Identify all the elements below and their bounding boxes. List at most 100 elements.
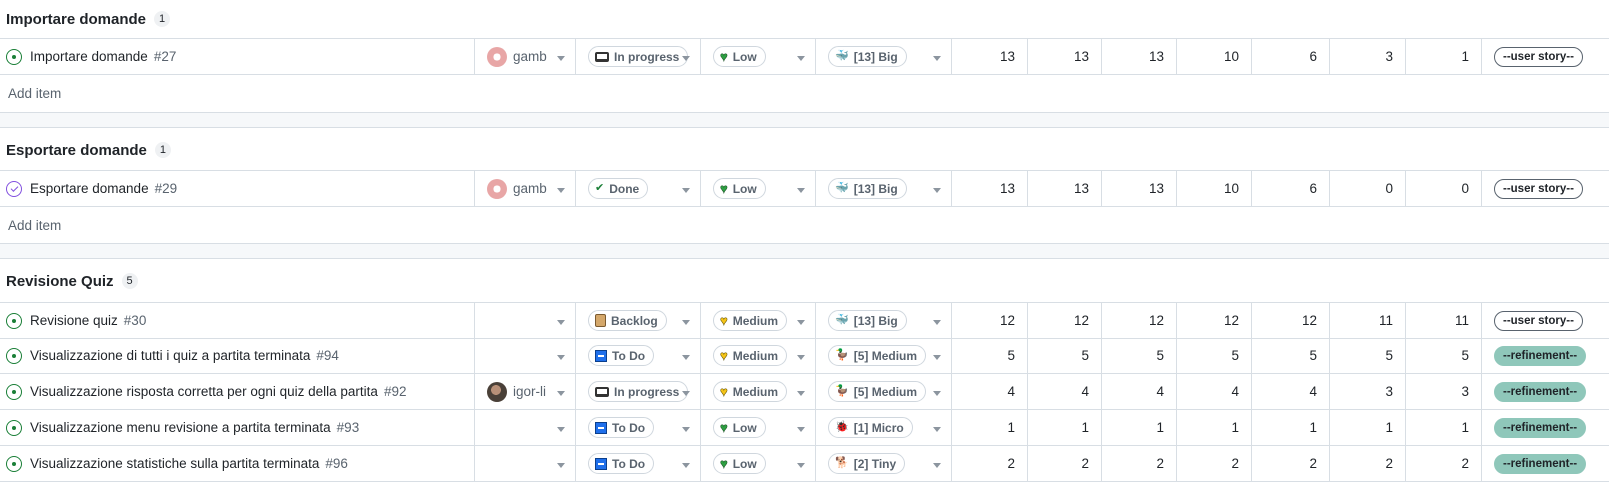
chevron-down-icon[interactable] <box>557 462 565 468</box>
priority-cell[interactable]: ♥ Low <box>701 39 816 74</box>
chevron-down-icon[interactable] <box>682 390 690 396</box>
title-cell[interactable]: Visualizzazione risposta corretta per og… <box>0 374 475 409</box>
refinement-label[interactable]: --refinement-- <box>1494 453 1587 474</box>
size-pill[interactable]: 🦆 [5] Medium <box>828 345 927 366</box>
title-cell[interactable]: Revisione quiz #30 <box>0 303 475 338</box>
chevron-down-icon[interactable] <box>557 187 565 193</box>
size-cell[interactable]: 🐳 [13] Big <box>816 39 952 74</box>
chevron-down-icon[interactable] <box>682 187 690 193</box>
chevron-down-icon[interactable] <box>933 187 941 193</box>
status-pill[interactable]: Backlog <box>588 310 667 331</box>
number-cell[interactable]: 2 <box>1330 446 1406 481</box>
priority-pill[interactable]: ♥ Medium <box>713 381 788 402</box>
chevron-down-icon[interactable] <box>682 55 690 61</box>
refinement-label[interactable]: --refinement-- <box>1494 417 1587 438</box>
status-pill[interactable]: ✔ Done <box>588 178 649 199</box>
issue-title[interactable]: Revisione quiz <box>30 313 118 328</box>
status-pill[interactable]: To Do <box>588 417 655 438</box>
table-row[interactable]: Visualizzazione statistiche sulla partit… <box>0 446 1609 482</box>
size-pill[interactable]: 🐞 [1] Micro <box>828 417 913 438</box>
assignee-cell[interactable] <box>475 410 576 445</box>
chevron-down-icon[interactable] <box>557 354 565 360</box>
issue-title[interactable]: Visualizzazione statistiche sulla partit… <box>30 456 319 471</box>
chevron-down-icon[interactable] <box>682 426 690 432</box>
chevron-down-icon[interactable] <box>557 319 565 325</box>
label-cell[interactable]: --refinement-- <box>1482 410 1592 445</box>
assignee-cell[interactable]: gamb <box>475 171 576 206</box>
chevron-down-icon[interactable] <box>933 426 941 432</box>
size-cell[interactable]: 🐕 [2] Tiny <box>816 446 952 481</box>
status-cell[interactable]: To Do <box>576 338 701 373</box>
size-cell[interactable]: 🐳 [13] Big <box>816 171 952 206</box>
status-pill[interactable]: In progress <box>588 381 689 402</box>
title-cell[interactable]: Visualizzazione di tutti i quiz a partit… <box>0 338 475 373</box>
number-cell[interactable]: 2 <box>1028 446 1102 481</box>
number-cell[interactable]: 6 <box>1252 39 1330 74</box>
number-cell[interactable]: 13 <box>1028 171 1102 206</box>
priority-cell[interactable]: ♥ Medium <box>701 338 816 373</box>
number-cell[interactable]: 3 <box>1330 39 1406 74</box>
user-story-label[interactable]: --user story-- <box>1494 178 1583 199</box>
issue-title[interactable]: Visualizzazione risposta corretta per og… <box>30 384 378 399</box>
priority-cell[interactable]: ♥ Medium <box>701 303 816 338</box>
chevron-down-icon[interactable] <box>797 390 805 396</box>
status-cell[interactable]: ✔ Done <box>576 171 701 206</box>
number-cell[interactable]: 2 <box>1177 446 1252 481</box>
label-cell[interactable]: --refinement-- <box>1482 446 1592 481</box>
number-cell[interactable]: 5 <box>1252 338 1330 373</box>
priority-pill[interactable]: ♥ Low <box>713 453 766 474</box>
number-cell[interactable]: 4 <box>1252 374 1330 409</box>
assignee-cell[interactable] <box>475 303 576 338</box>
label-cell[interactable]: --user story-- <box>1482 171 1592 206</box>
number-cell[interactable]: 4 <box>1177 374 1252 409</box>
chevron-down-icon[interactable] <box>797 319 805 325</box>
size-pill[interactable]: 🐳 [13] Big <box>828 178 907 199</box>
number-cell[interactable]: 0 <box>1406 171 1482 206</box>
chevron-down-icon[interactable] <box>933 390 941 396</box>
number-cell[interactable]: 2 <box>952 446 1028 481</box>
title-cell[interactable]: Esportare domande #29 <box>0 171 475 206</box>
chevron-down-icon[interactable] <box>557 426 565 432</box>
user-story-label[interactable]: --user story-- <box>1494 46 1583 67</box>
label-cell[interactable]: --user story-- <box>1482 303 1592 338</box>
number-cell[interactable]: 11 <box>1406 303 1482 338</box>
issue-title[interactable]: Esportare domande <box>30 181 149 196</box>
chevron-down-icon[interactable] <box>682 319 690 325</box>
priority-cell[interactable]: ♥ Medium <box>701 374 816 409</box>
priority-pill[interactable]: ♥ Medium <box>713 310 788 331</box>
user-story-label[interactable]: --user story-- <box>1494 310 1583 331</box>
number-cell[interactable]: 5 <box>1330 338 1406 373</box>
chevron-down-icon[interactable] <box>933 55 941 61</box>
assignee-cell[interactable] <box>475 446 576 481</box>
number-cell[interactable]: 1 <box>1028 410 1102 445</box>
chevron-down-icon[interactable] <box>682 354 690 360</box>
status-cell[interactable]: In progress <box>576 39 701 74</box>
number-cell[interactable]: 2 <box>1252 446 1330 481</box>
title-cell[interactable]: Importare domande #27 <box>0 39 475 74</box>
refinement-label[interactable]: --refinement-- <box>1494 345 1587 366</box>
number-cell[interactable]: 3 <box>1406 374 1482 409</box>
status-cell[interactable]: To Do <box>576 410 701 445</box>
status-pill[interactable]: To Do <box>588 345 655 366</box>
assignee-cell[interactable]: gamb <box>475 39 576 74</box>
number-cell[interactable]: 4 <box>1028 374 1102 409</box>
number-cell[interactable]: 5 <box>1406 338 1482 373</box>
priority-cell[interactable]: ♥ Low <box>701 410 816 445</box>
chevron-down-icon[interactable] <box>933 462 941 468</box>
number-cell[interactable]: 13 <box>952 171 1028 206</box>
chevron-down-icon[interactable] <box>933 354 941 360</box>
number-cell[interactable]: 0 <box>1330 171 1406 206</box>
size-pill[interactable]: 🐳 [13] Big <box>828 46 907 67</box>
priority-pill[interactable]: ♥ Medium <box>713 345 788 366</box>
title-cell[interactable]: Visualizzazione menu revisione a partita… <box>0 410 475 445</box>
status-pill[interactable]: In progress <box>588 46 689 67</box>
assignee-cell[interactable]: igor-li <box>475 374 576 409</box>
label-cell[interactable]: --refinement-- <box>1482 374 1592 409</box>
chevron-down-icon[interactable] <box>682 462 690 468</box>
size-cell[interactable]: 🐳 [13] Big <box>816 303 952 338</box>
priority-pill[interactable]: ♥ Low <box>713 46 766 67</box>
number-cell[interactable]: 4 <box>1102 374 1177 409</box>
label-cell[interactable]: --refinement-- <box>1482 338 1592 373</box>
size-cell[interactable]: 🐞 [1] Micro <box>816 410 952 445</box>
chevron-down-icon[interactable] <box>797 426 805 432</box>
